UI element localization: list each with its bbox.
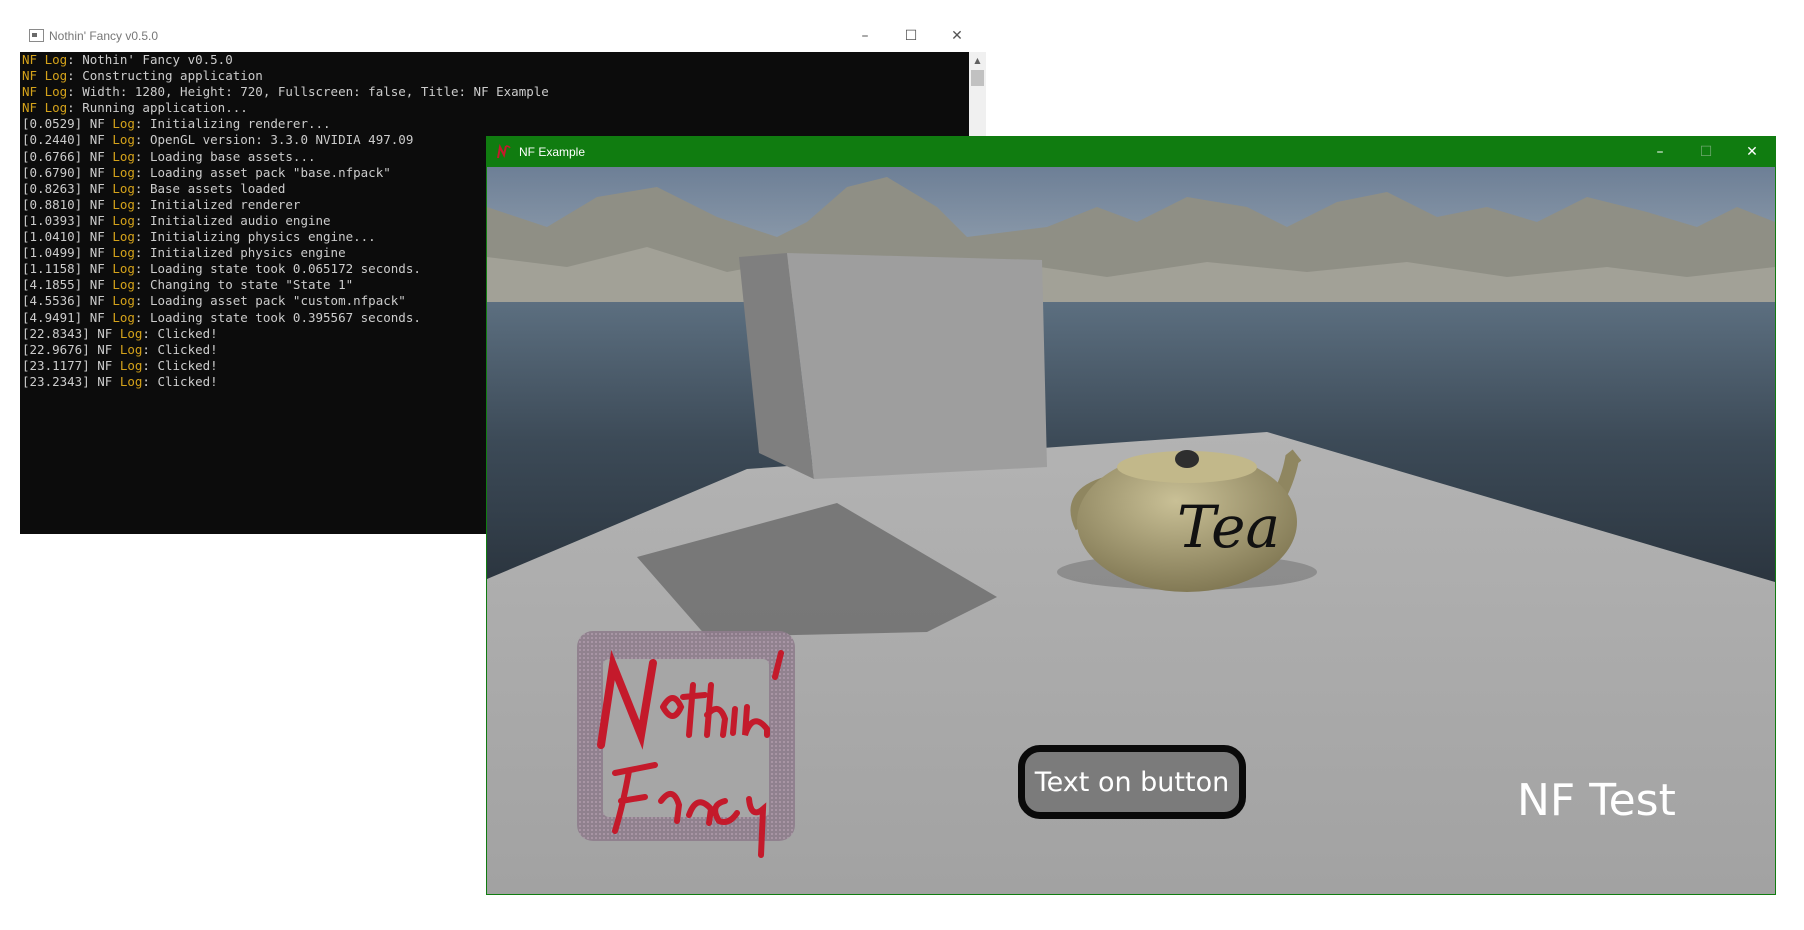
log-message: : Clicked! [142, 341, 218, 357]
game-close-button[interactable]: ✕ [1729, 137, 1775, 167]
log-message: : Initialized renderer [134, 196, 301, 212]
game-window[interactable]: NF Example – ☐ ✕ Tea Text on button NF T… [486, 136, 1776, 895]
log-prefix: [0.8810] NF [22, 196, 113, 212]
log-prefix: [4.9491] NF [22, 309, 113, 325]
log-message: : Clicked! [142, 373, 218, 389]
log-message: : Loading state took 0.395567 seconds. [134, 309, 421, 325]
log-tag: NF Log [22, 52, 68, 67]
log-message: : Clicked! [142, 325, 218, 341]
log-prefix: [22.8343] NF [22, 325, 120, 341]
log-prefix: [0.6766] NF [22, 148, 113, 164]
log-prefix: [0.0529] NF [22, 116, 113, 132]
log-tag: Log [119, 373, 143, 389]
log-message: : Initialized physics engine [134, 245, 346, 261]
nf-test-label: NF Test [1517, 775, 1676, 826]
game-minimize-button[interactable]: – [1637, 137, 1683, 167]
log-message: : Initializing renderer... [134, 116, 331, 132]
text-on-button[interactable]: Text on button [1018, 745, 1246, 819]
log-tag: Log [112, 261, 135, 277]
log-prefix: [1.0410] NF [22, 229, 113, 245]
log-tag: Log [112, 116, 135, 132]
log-prefix: [4.5536] NF [22, 293, 113, 309]
log-tag: Log [119, 341, 143, 357]
log-tag: Log [112, 148, 135, 164]
console-log-line: [0.0529] NF Log: Initializing renderer..… [22, 116, 984, 132]
log-tag: Log [112, 229, 135, 245]
console-title-bar[interactable]: Nothin' Fancy v0.5.0 – ☐ ✕ [14, 20, 1002, 52]
log-tag: NF Log [22, 84, 68, 100]
console-log-line: NF Log: Running application... [22, 100, 984, 116]
log-tag: Log [112, 164, 135, 180]
console-log-line: NF Log: Nothin' Fancy v0.5.0 [22, 52, 984, 68]
log-tag: Log [112, 180, 135, 196]
game-window-title: NF Example [519, 145, 586, 159]
console-close-button[interactable]: ✕ [934, 20, 980, 52]
game-viewport[interactable]: Tea Text on button NF Test [487, 167, 1775, 894]
log-message: : Width: 1280, Height: 720, Fullscreen: … [67, 84, 549, 100]
log-prefix: [23.1177] NF [22, 357, 120, 373]
log-tag: Log [112, 196, 135, 212]
game-maximize-button: ☐ [1699, 144, 1713, 160]
console-window-title: Nothin' Fancy v0.5.0 [49, 29, 159, 43]
log-prefix: [23.2343] NF [22, 373, 120, 389]
console-maximize-button[interactable]: ☐ [888, 20, 934, 52]
log-tag: Log [119, 325, 143, 341]
log-message: : Loading state took 0.065172 seconds. [134, 261, 421, 277]
log-tag: Log [112, 212, 135, 228]
log-message: : Initializing physics engine... [134, 229, 376, 245]
log-prefix: [0.8263] NF [22, 180, 113, 196]
log-tag: Log [112, 132, 135, 148]
log-prefix: [1.1158] NF [22, 261, 113, 277]
log-message: : Constructing application [67, 68, 263, 84]
log-message: : Running application... [67, 100, 248, 116]
log-message: : Loading asset pack "custom.nfpack" [134, 293, 406, 309]
game-title-bar[interactable]: NF Example – ☐ ✕ [487, 137, 1775, 167]
scrollbar-thumb[interactable] [971, 70, 984, 86]
console-log-line: NF Log: Constructing application [22, 68, 984, 84]
cube-front [787, 253, 1047, 479]
log-message: : Initialized audio engine [134, 212, 331, 228]
log-message: : Nothin' Fancy v0.5.0 [67, 52, 233, 67]
console-log-line: NF Log: Width: 1280, Height: 720, Fullsc… [22, 84, 984, 100]
log-tag: Log [112, 309, 135, 325]
scroll-up-arrow-icon[interactable]: ▲ [969, 52, 986, 69]
log-message: : Base assets loaded [134, 180, 286, 196]
log-prefix: [1.0499] NF [22, 245, 113, 261]
log-tag: NF Log [22, 100, 68, 116]
nf-app-icon [497, 144, 511, 159]
log-prefix: [0.6790] NF [22, 164, 113, 180]
log-message: : Clicked! [142, 357, 218, 373]
log-prefix: [0.2440] NF [22, 132, 113, 148]
nothin-fancy-logo [577, 631, 795, 858]
log-tag: Log [112, 277, 135, 293]
teapot-label: Tea [1177, 493, 1280, 561]
log-message: : Loading base assets... [134, 148, 316, 164]
log-tag: NF Log [22, 68, 68, 84]
log-prefix: [1.0393] NF [22, 212, 113, 228]
log-prefix: [22.9676] NF [22, 341, 120, 357]
log-prefix: [4.1855] NF [22, 277, 113, 293]
log-tag: Log [112, 245, 135, 261]
log-message: : Loading asset pack "base.nfpack" [134, 164, 391, 180]
log-tag: Log [119, 357, 143, 373]
log-message: : Changing to state "State 1" [134, 277, 354, 293]
console-app-icon [29, 29, 44, 42]
log-tag: Log [112, 293, 135, 309]
log-message: : OpenGL version: 3.3.0 NVIDIA 497.09 [134, 132, 414, 148]
console-minimize-button[interactable]: – [842, 20, 888, 52]
